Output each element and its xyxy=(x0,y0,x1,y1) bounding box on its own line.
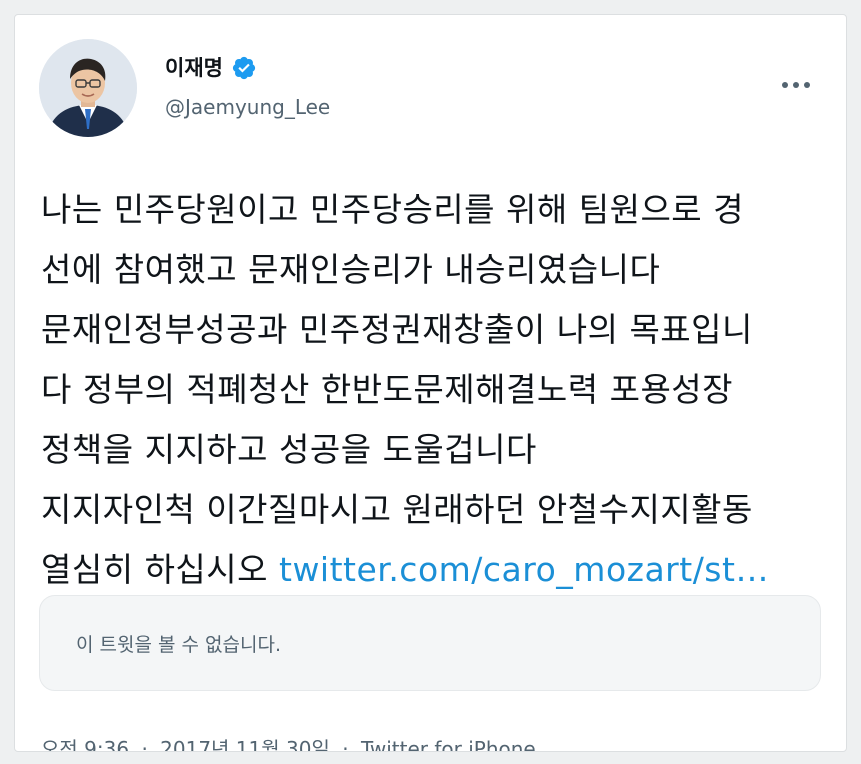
tweet-text-line: 나는 민주당원이고 민주당승리를 위해 팀원으로 경 xyxy=(41,190,745,229)
quoted-tweet-unavailable[interactable]: 이 트윗을 볼 수 없습니다. xyxy=(39,595,821,691)
more-dots-icon xyxy=(804,82,810,88)
tweet-date[interactable]: 2017년 11월 30일 xyxy=(160,733,330,751)
tweet-text-line: 문재인정부성공과 민주정권재창출이 나의 목표입니 xyxy=(41,310,753,349)
author-info: 이재명 @Jaemyung_Lee xyxy=(165,55,330,119)
meta-separator: · xyxy=(141,737,148,752)
tweet-header: 이재명 @Jaemyung_Lee xyxy=(39,39,822,139)
quoted-tweet-unavailable-text: 이 트윗을 볼 수 없습니다. xyxy=(76,633,281,656)
more-dots-icon xyxy=(782,82,788,88)
tweet-text-line: 정책을 지지하고 성공을 도울겁니다 xyxy=(41,430,537,469)
tweet-metadata: 오전 9:36 · 2017년 11월 30일 · Twitter for iP… xyxy=(41,733,536,752)
more-options-button[interactable] xyxy=(776,75,816,95)
tweet-text-line: 지지자인척 이간질마시고 원래하던 안철수지지활동 xyxy=(41,490,753,529)
author-display-name[interactable]: 이재명 xyxy=(165,55,223,81)
tweet-text-segment: 열심히 하십시오 xyxy=(41,550,279,589)
author-handle[interactable]: @Jaemyung_Lee xyxy=(165,95,330,119)
verified-badge-icon xyxy=(231,55,257,81)
tweet-source[interactable]: Twitter for iPhone xyxy=(361,737,536,751)
tweet-text-line: 다 정부의 적폐청산 한반도문제해결노력 포용성장 xyxy=(41,370,734,409)
tweet-text: 나는 민주당원이고 민주당승리를 위해 팀원으로 경 선에 참여했고 문재인승리… xyxy=(41,180,831,600)
display-name-row: 이재명 xyxy=(165,55,330,81)
avatar-portrait-icon xyxy=(39,39,137,137)
tweet-time[interactable]: 오전 9:36 xyxy=(41,733,129,751)
author-avatar[interactable] xyxy=(39,39,137,137)
tweet-text-last-line: 열심히 하십시오 twitter.com/caro_mozart/st… xyxy=(41,540,831,600)
meta-separator: · xyxy=(342,737,349,752)
tweet-card: 이재명 @Jaemyung_Lee 나는 민주당원이고 민주당승리를 위해 팀원… xyxy=(14,14,847,752)
tweet-link[interactable]: twitter.com/caro_mozart/st… xyxy=(279,550,769,589)
more-dots-icon xyxy=(793,82,799,88)
tweet-text-line: 선에 참여했고 문재인승리가 내승리였습니다 xyxy=(41,250,661,289)
